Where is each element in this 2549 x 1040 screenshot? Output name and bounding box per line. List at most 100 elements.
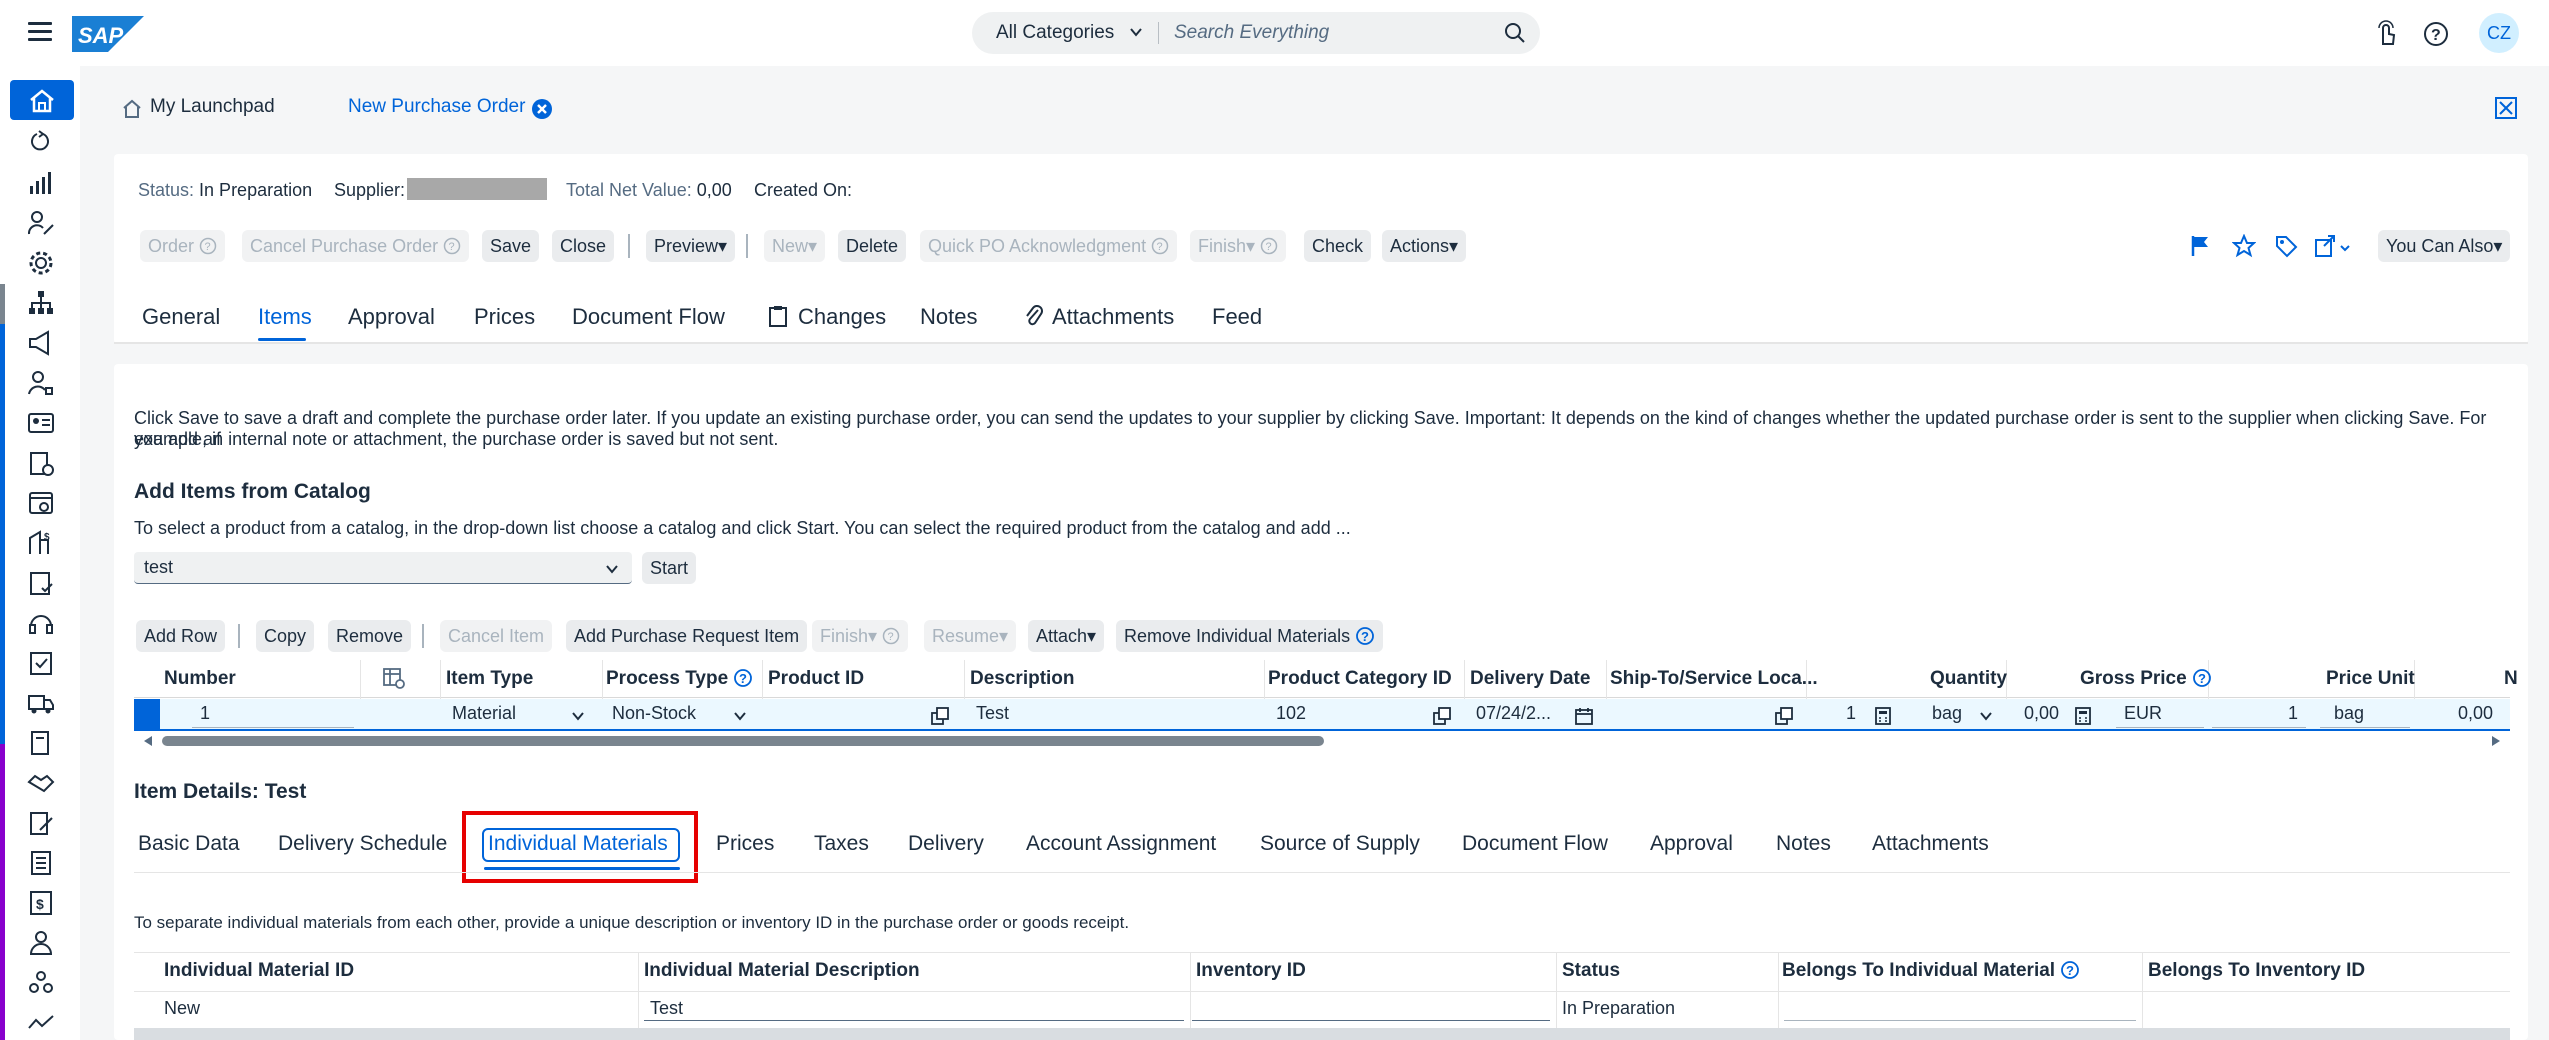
- edit-document-icon[interactable]: [26, 808, 56, 838]
- catalog-select[interactable]: test: [134, 552, 632, 584]
- truck-icon[interactable]: [26, 688, 56, 718]
- trend-icon[interactable]: [26, 1008, 56, 1038]
- row-selector[interactable]: [134, 699, 160, 731]
- cell-quantity[interactable]: 1: [1846, 703, 1856, 724]
- tab-approval-detail[interactable]: Approval: [1650, 832, 1733, 856]
- chevron-down-icon[interactable]: [1978, 708, 1994, 724]
- value-help-icon[interactable]: [1774, 706, 1794, 726]
- invoice-icon[interactable]: $: [26, 888, 56, 918]
- search-input[interactable]: Search Everything: [1174, 22, 1329, 44]
- cell-unit[interactable]: bag: [1932, 703, 1962, 724]
- tab-feed[interactable]: Feed: [1212, 304, 1262, 330]
- touch-icon[interactable]: [2372, 20, 2400, 48]
- start-button[interactable]: Start: [642, 552, 697, 584]
- check-button[interactable]: Check: [1304, 230, 1372, 262]
- new-button[interactable]: New▾: [764, 230, 826, 262]
- tab-taxes[interactable]: Taxes: [814, 832, 869, 856]
- clipboard-refresh-icon[interactable]: [26, 448, 56, 478]
- finish-button[interactable]: Finish▾ ?: [1190, 230, 1287, 262]
- cell-delivery-date[interactable]: 07/24/2...: [1476, 703, 1551, 724]
- chevron-down-icon[interactable]: [732, 708, 748, 724]
- col-price-unit[interactable]: Price Unit: [2326, 668, 2415, 690]
- tab-basic-data[interactable]: Basic Data: [138, 832, 240, 856]
- remove-button[interactable]: Remove: [328, 620, 412, 652]
- tab-changes[interactable]: Changes: [798, 304, 886, 330]
- cell-item-type[interactable]: Material: [452, 703, 516, 724]
- tab-prices-detail[interactable]: Prices: [716, 832, 774, 856]
- document-money-icon[interactable]: [26, 728, 56, 758]
- calculator-icon[interactable]: [1874, 706, 1892, 726]
- browser-icon[interactable]: [26, 488, 56, 518]
- quick-ack-button[interactable]: Quick PO Acknowledgment ?: [920, 230, 1178, 262]
- tag-icon[interactable]: [2274, 234, 2298, 258]
- attach-button[interactable]: Attach▾: [1028, 620, 1105, 652]
- list-document-icon[interactable]: [26, 848, 56, 878]
- value-help-icon[interactable]: [930, 706, 950, 726]
- avatar[interactable]: CZ: [2479, 13, 2519, 53]
- cell-price-unit-uom[interactable]: bag: [2334, 703, 2364, 724]
- cancel-item-button[interactable]: Cancel Item: [440, 620, 553, 652]
- tab-notes[interactable]: Notes: [920, 304, 977, 330]
- close-button[interactable]: Close: [552, 230, 615, 262]
- tab-general[interactable]: General: [142, 304, 220, 330]
- tab-notes-detail[interactable]: Notes: [1776, 832, 1831, 856]
- cell-number[interactable]: 1: [200, 703, 210, 724]
- horizontal-scrollbar[interactable]: [162, 736, 1324, 746]
- task-icon[interactable]: [26, 648, 56, 678]
- global-search[interactable]: All Categories Search Everything: [972, 12, 1540, 54]
- chart-icon[interactable]: [26, 168, 56, 198]
- help-icon[interactable]: ?: [2422, 20, 2450, 48]
- close-tab-icon[interactable]: [532, 99, 552, 119]
- cell-im-description[interactable]: Test: [650, 998, 683, 1019]
- sap-logo[interactable]: SAP: [72, 16, 144, 52]
- calendar-icon[interactable]: [1574, 706, 1594, 726]
- tab-approval[interactable]: Approval: [348, 304, 435, 330]
- tab-items[interactable]: Items: [258, 304, 312, 330]
- favorite-icon[interactable]: [2232, 234, 2256, 258]
- user-settings-icon[interactable]: [26, 368, 56, 398]
- clipboard-check-icon[interactable]: [26, 568, 56, 598]
- col-belongs-inventory[interactable]: Belongs To Inventory ID: [2148, 960, 2365, 982]
- headset-icon[interactable]: [26, 608, 56, 638]
- col-description[interactable]: Description: [970, 668, 1075, 690]
- tab-new-purchase-order[interactable]: New Purchase Order: [348, 96, 525, 118]
- order-button[interactable]: Order ?: [140, 230, 226, 262]
- cancel-po-button[interactable]: Cancel Purchase Order ?: [242, 230, 470, 262]
- add-row-button[interactable]: Add Row: [136, 620, 226, 652]
- col-im-description[interactable]: Individual Material Description: [644, 960, 920, 982]
- tab-document-flow[interactable]: Document Flow: [572, 304, 725, 330]
- scroll-right-icon[interactable]: [2490, 734, 2502, 748]
- person-icon[interactable]: [26, 928, 56, 958]
- cell-net[interactable]: 0,00: [2458, 703, 2493, 724]
- search-icon[interactable]: [1504, 22, 1526, 50]
- calculator-icon[interactable]: [2074, 706, 2092, 726]
- cell-process-type[interactable]: Non-Stock: [612, 703, 696, 724]
- preview-button[interactable]: Preview▾: [646, 230, 736, 262]
- scroll-left-icon[interactable]: [142, 734, 154, 748]
- col-process-type[interactable]: Process Type ?: [606, 668, 753, 690]
- refresh-icon[interactable]: [26, 128, 56, 158]
- search-category[interactable]: All Categories: [996, 22, 1114, 44]
- tab-my-launchpad[interactable]: My Launchpad: [150, 96, 275, 118]
- tab-delivery[interactable]: Delivery: [908, 832, 984, 856]
- col-ship-to[interactable]: Ship-To/Service Loca...: [1610, 668, 1818, 690]
- col-belongs-im[interactable]: Belongs To Individual Material ?: [1782, 960, 2080, 982]
- save-button[interactable]: Save: [482, 230, 540, 262]
- tab-attachments-detail[interactable]: Attachments: [1872, 832, 1989, 856]
- col-delivery-date[interactable]: Delivery Date: [1470, 668, 1590, 690]
- you-can-also-button[interactable]: You Can Also▾: [2378, 230, 2511, 262]
- col-status[interactable]: Status: [1562, 960, 1620, 982]
- share-icon[interactable]: [2314, 234, 2354, 258]
- resume-button[interactable]: Resume▾: [924, 620, 1017, 652]
- add-pr-item-button[interactable]: Add Purchase Request Item: [566, 620, 808, 652]
- col-inventory-id[interactable]: Inventory ID: [1196, 960, 1306, 982]
- tab-source-of-supply[interactable]: Source of Supply: [1260, 832, 1420, 856]
- flag-icon[interactable]: [2190, 234, 2212, 258]
- cell-category-id[interactable]: 102: [1276, 703, 1306, 724]
- col-im-id[interactable]: Individual Material ID: [164, 960, 354, 982]
- tab-attachments[interactable]: Attachments: [1052, 304, 1174, 330]
- col-quantity[interactable]: Quantity: [1930, 668, 2007, 690]
- chevron-down-icon[interactable]: [1128, 24, 1144, 46]
- col-number[interactable]: Number: [164, 668, 236, 690]
- delete-button[interactable]: Delete: [838, 230, 907, 262]
